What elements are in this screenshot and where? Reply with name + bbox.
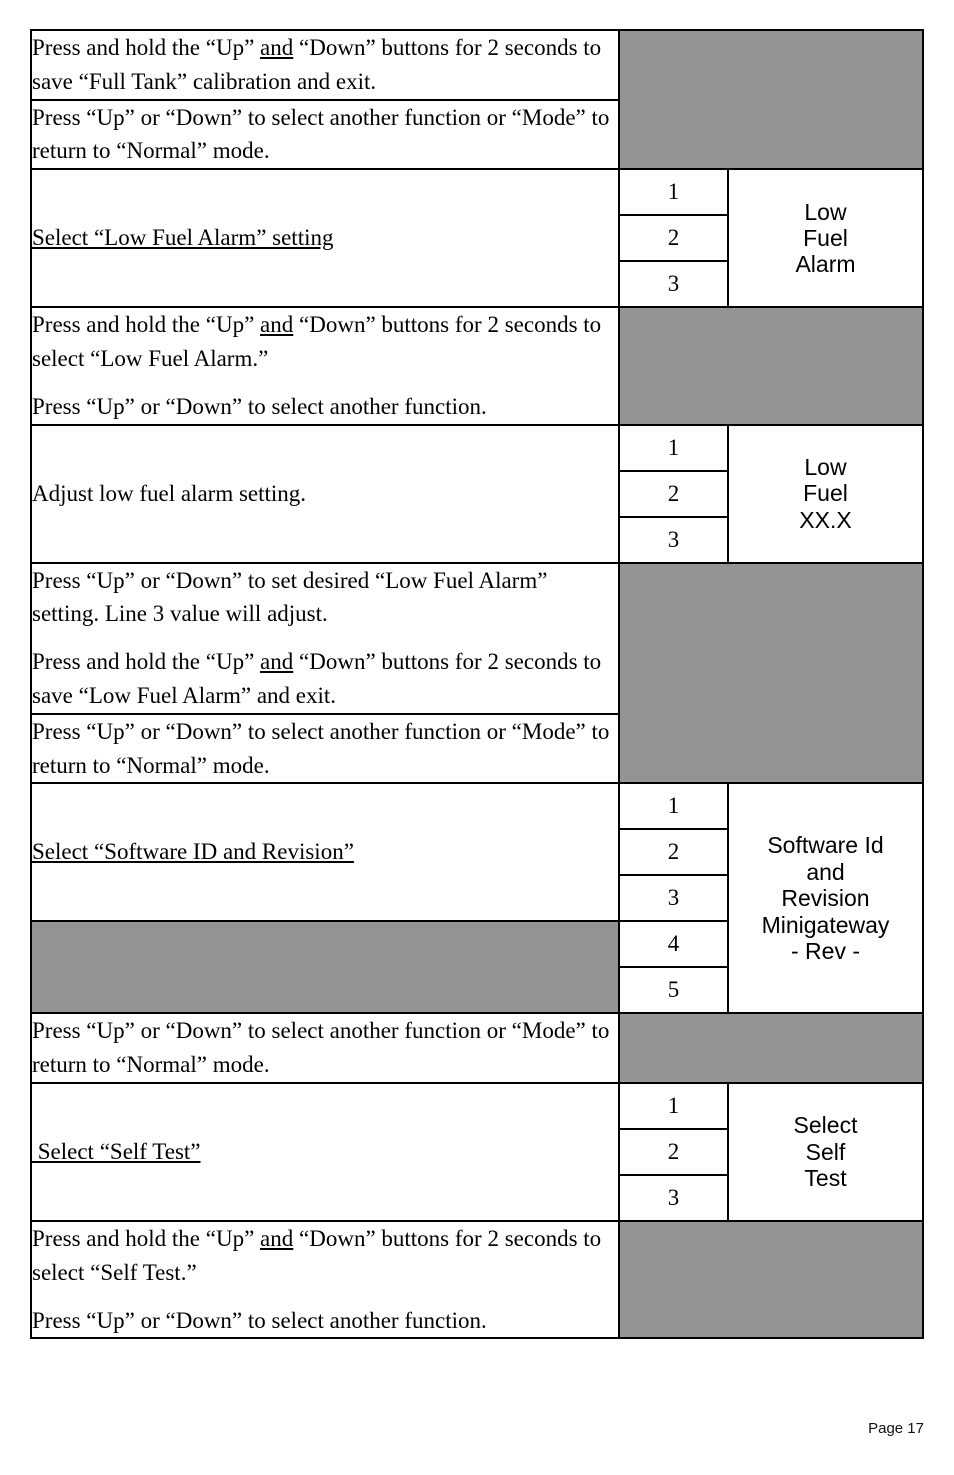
procedure-table: Press and hold the “Up” and “Down” butto… [30, 28, 924, 1340]
instruction-cell-select-another-function-1: Press “Up” or “Down” to select another f… [30, 98, 620, 171]
document-page: Press and hold the “Up” and “Down” butto… [0, 0, 954, 1475]
instruction-paragraph: Press “Up” or “Down” to select another f… [32, 715, 618, 783]
shaded-cell-1 [618, 28, 924, 171]
instruction-text-underlined: and [260, 312, 294, 338]
instruction-text-before: Press “Up” or “Down” to select another f… [32, 104, 610, 164]
display-line-text: Low [804, 453, 847, 480]
instruction-text-before: Press “Up” or “Down” to set desired “Low… [32, 567, 548, 627]
instruction-text-before: Press “Up” or “Down” to select another f… [32, 393, 487, 419]
display-panel-software-id: Software Id and Revision Minigateway - R… [727, 782, 924, 1015]
table-row: Press and hold the “Up” and “Down” butto… [30, 28, 924, 171]
instruction-text-before: Press “Up” or “Down” to select another f… [32, 1307, 487, 1333]
instruction-text-before: Press “Up” or “Down” to select another f… [32, 1018, 610, 1078]
display-line-number: 1 [618, 782, 729, 831]
display-line-number: 5 [618, 966, 729, 1015]
instruction-paragraph: Press “Up” or “Down” to set desired “Low… [32, 564, 618, 632]
instruction-paragraph: Press “Up” or “Down” to select another f… [32, 1014, 618, 1082]
shaded-cell-2 [618, 306, 924, 426]
display-panel-low-fuel-alarm: Low Fuel Alarm [727, 168, 924, 309]
table-row: Press “Up” or “Down” to set desired “Low… [30, 561, 924, 785]
instruction-cell-select-self-test: Select “Self Test” [30, 1081, 620, 1222]
display-line-text: Select [793, 1112, 858, 1139]
display-line-number: 1 [618, 423, 729, 472]
display-line-number: 2 [618, 214, 729, 263]
section-heading: Select “Software ID and Revision” [32, 839, 354, 865]
instruction-text-underlined: and [260, 649, 294, 675]
section-heading: Select “Low Fuel Alarm” setting [32, 225, 334, 251]
display-line-number: 2 [618, 469, 729, 518]
instruction-text-underlined: and [260, 1225, 294, 1251]
page-footer: Page 17 [868, 1420, 924, 1437]
display-line-text: Self [805, 1138, 846, 1165]
instruction-text-before: Press and hold the “Up” [32, 35, 261, 60]
instruction-cell-select-low-fuel-alarm-setting: Select “Low Fuel Alarm” setting [30, 168, 620, 309]
table-row: Select “Software ID and Revision” 1 Soft… [30, 782, 924, 1015]
instruction-paragraph: Press “Up” or “Down” to select another f… [32, 390, 618, 424]
display-line-number: 1 [618, 168, 729, 217]
display-line-number: 3 [618, 874, 729, 923]
display-line-text: Revision [781, 885, 870, 912]
display-line-text: Alarm [795, 251, 856, 278]
table-row: Press “Up” or “Down” to select another f… [30, 1012, 924, 1084]
display-line-text: Minigateway [761, 911, 890, 938]
section-label: Adjust low fuel alarm setting. [32, 480, 307, 506]
display-line-number: 1 [618, 1081, 729, 1130]
display-line-text: - Rev - [791, 938, 860, 965]
shaded-cell-5 [618, 1012, 924, 1084]
display-line-number: 3 [618, 515, 729, 564]
display-line-text: Software Id [767, 832, 884, 859]
display-line-text: Low [804, 198, 847, 225]
display-line-number: 3 [618, 1173, 729, 1222]
shaded-cell-4 [30, 920, 620, 1015]
display-line-text: and [806, 858, 845, 885]
display-line-number: 2 [618, 828, 729, 877]
table-row: Adjust low fuel alarm setting. 1 Low Fue… [30, 423, 924, 564]
shaded-cell-3 [618, 561, 924, 785]
instruction-text-underlined: and [260, 35, 294, 60]
table-row: Select “Low Fuel Alarm” setting 1 Low Fu… [30, 168, 924, 309]
instruction-cell-save-full-tank: Press and hold the “Up” and “Down” butto… [30, 29, 620, 101]
instruction-text-before: Press “Up” or “Down” to select another f… [32, 718, 610, 778]
display-line-number: 3 [618, 260, 729, 309]
display-line-text: Fuel [803, 480, 848, 507]
instruction-cell-set-desired-low-fuel-alarm: Press “Up” or “Down” to set desired “Low… [30, 561, 620, 715]
table-row: Press and hold the “Up” and “Down” butto… [30, 1219, 924, 1340]
table-row: Select “Self Test” 1 Select Self Test [30, 1081, 924, 1222]
display-line-text: Fuel [803, 224, 848, 251]
table-row: Press and hold the “Up” and “Down” butto… [30, 306, 924, 426]
instruction-cell-select-software-id-and-revision: Select “Software ID and Revision” [30, 782, 620, 923]
instruction-cell-select-another-function-3: Press “Up” or “Down” to select another f… [30, 1012, 620, 1084]
instruction-cell-hold-to-select-self-test: Press and hold the “Up” and “Down” butto… [30, 1219, 620, 1340]
instruction-paragraph: Press “Up” or “Down” to select another f… [32, 1304, 618, 1338]
display-line-number: 2 [618, 1127, 729, 1176]
instruction-cell-adjust-low-fuel-alarm-setting: Adjust low fuel alarm setting. [30, 423, 620, 564]
display-line-text: XX.X [799, 506, 852, 533]
instruction-text-before: Press and hold the “Up” [32, 312, 261, 338]
instruction-paragraph: Press and hold the “Up” and “Down” butto… [32, 31, 618, 99]
section-heading: Select “Self Test” [32, 1139, 201, 1165]
display-panel-low-fuel-value: Low Fuel XX.X [727, 423, 924, 564]
instruction-text-before: Press and hold the “Up” [32, 649, 261, 675]
instruction-paragraph: Press and hold the “Up” and “Down” butto… [32, 1222, 618, 1290]
instruction-paragraph: Press and hold the “Up” and “Down” butto… [32, 645, 618, 713]
instruction-paragraph: Press “Up” or “Down” to select another f… [32, 101, 618, 169]
display-panel-self-test: Select Self Test [727, 1081, 924, 1222]
shaded-cell-6 [618, 1219, 924, 1340]
display-line-number: 4 [618, 920, 729, 969]
display-line-text: Test [804, 1165, 847, 1192]
instruction-text-before: Press and hold the “Up” [32, 1225, 261, 1251]
instruction-cell-hold-to-select-low-fuel-alarm: Press and hold the “Up” and “Down” butto… [30, 306, 620, 426]
instruction-cell-select-another-function-2: Press “Up” or “Down” to select another f… [30, 712, 620, 785]
instruction-paragraph: Press and hold the “Up” and “Down” butto… [32, 308, 618, 376]
